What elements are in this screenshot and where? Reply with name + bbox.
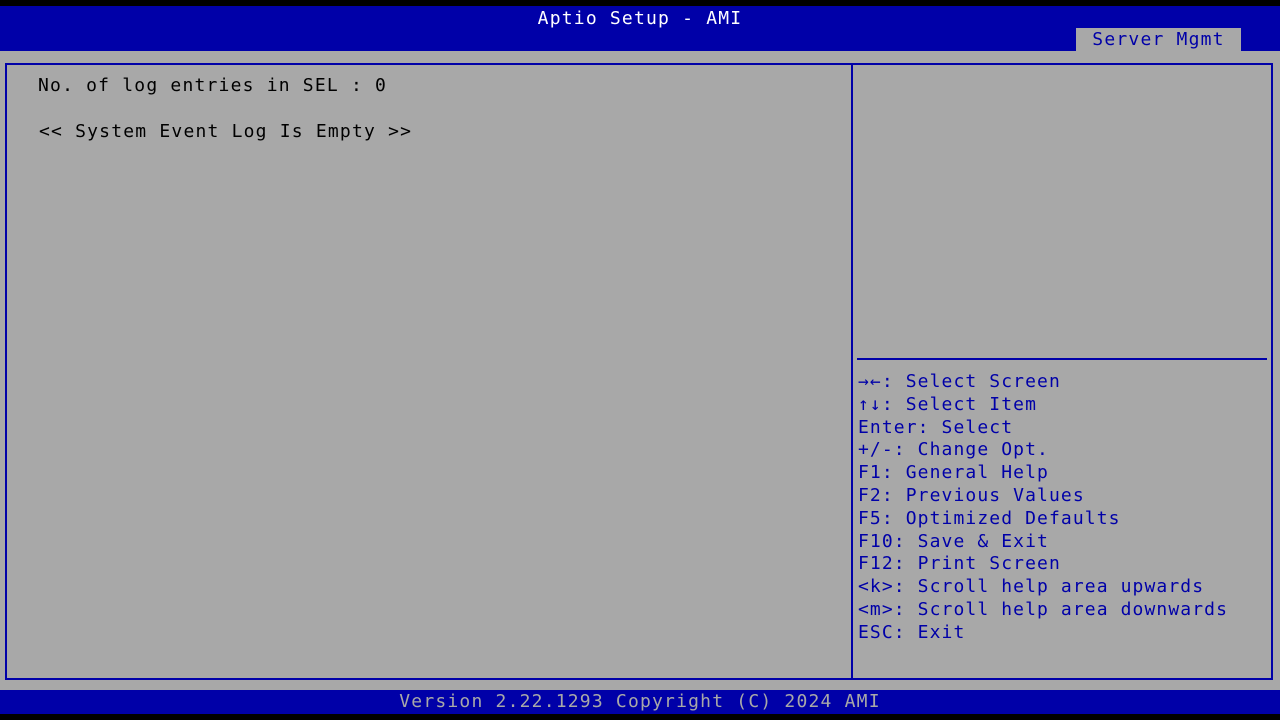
key-help-save-exit: F10: Save & Exit	[858, 530, 1049, 552]
app-title: Aptio Setup - AMI	[537, 8, 743, 29]
content-panel	[5, 63, 853, 680]
help-separator	[857, 358, 1267, 360]
key-help-list: →←: Select Screen ↑↓: Select Item Enter:…	[858, 371, 1270, 645]
key-help-select-screen: →←: Select Screen	[858, 371, 1061, 392]
key-help-select-item: ↑↓: Select Item	[858, 393, 1038, 415]
sel-empty-message: << System Event Log Is Empty >>	[39, 121, 413, 142]
key-help-general-help: F1: General Help	[858, 462, 1049, 484]
key-help-optimized-defaults: F5: Optimized Defaults	[858, 507, 1121, 529]
key-help-change-opt: +/-: Change Opt.	[858, 439, 1049, 461]
key-help-enter: Enter: Select	[858, 416, 1014, 438]
version-footer: Version 2.22.1293 Copyright (C) 2024 AMI	[0, 690, 1280, 714]
sel-entry-count: No. of log entries in SEL : 0	[38, 75, 388, 96]
key-help-scroll-up: <k>: Scroll help area upwards	[858, 576, 1205, 598]
title-bar: Aptio Setup - AMI Server Mgmt	[0, 6, 1280, 51]
key-help-scroll-down: <m>: Scroll help area downwards	[858, 598, 1229, 620]
header-divider	[0, 51, 1280, 59]
key-help-print-screen: F12: Print Screen	[858, 553, 1061, 575]
bottom-edge	[0, 714, 1280, 720]
key-help-exit: ESC: Exit	[858, 621, 966, 643]
tab-server-mgmt[interactable]: Server Mgmt	[1076, 28, 1241, 51]
key-help-previous-values: F2: Previous Values	[858, 484, 1085, 506]
